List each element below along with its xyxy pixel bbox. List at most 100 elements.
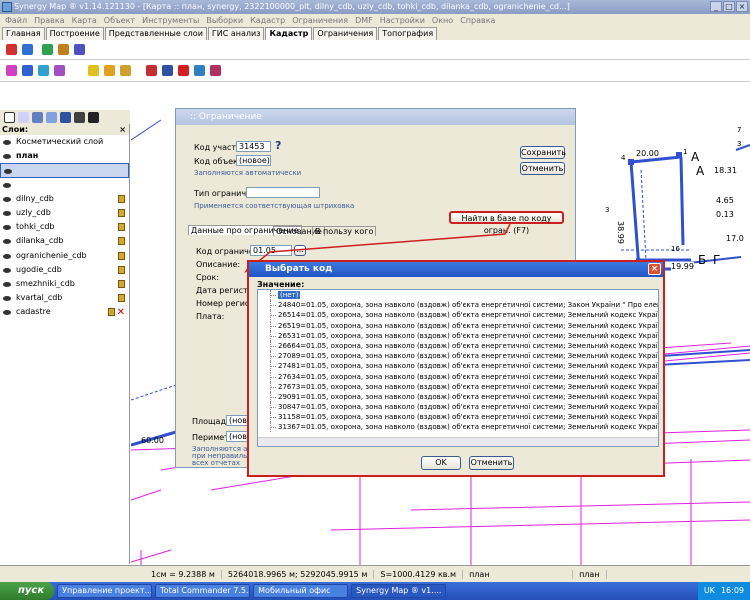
lock-icon[interactable] (118, 265, 125, 274)
pointer-icon[interactable] (4, 112, 15, 123)
code-list-item[interactable]: 27089=01.05, охорона, зона навколо (вздо… (258, 351, 658, 362)
help-icon[interactable]: ? (275, 139, 281, 152)
task-project-manager[interactable]: Управление проект... (57, 584, 153, 598)
lock-icon[interactable] (118, 208, 125, 217)
menu-object[interactable]: Объект (104, 14, 135, 27)
zoom-icon[interactable] (46, 112, 57, 123)
menu-help[interactable]: Справка (460, 14, 495, 27)
layer-item[interactable]: tohki_cdb (0, 220, 129, 234)
horizontal-scrollbar[interactable] (258, 437, 658, 446)
code-list-item[interactable]: 24840=01.05, охорона, зона навколо (вздо… (258, 300, 658, 311)
code-list-item[interactable]: 26514=01.05, охорона, зона навколо (вздо… (258, 310, 658, 321)
visibility-eye-icon[interactable] (3, 140, 11, 145)
visibility-eye-icon[interactable] (4, 169, 12, 175)
layer-item[interactable]: dilny_cdb (0, 192, 129, 206)
tab-main[interactable]: Главная (2, 27, 45, 40)
query-icon[interactable] (54, 65, 65, 76)
lock-icon[interactable] (118, 237, 125, 246)
layers-close-button[interactable]: × (119, 124, 126, 135)
delete-layer-icon[interactable]: ✕ (117, 306, 125, 320)
code-list-item[interactable]: 30847=01.05, охорона, зона навколо (вздо… (258, 402, 658, 413)
layer-item[interactable]: cadastre ✕ (0, 305, 129, 319)
visibility-eye-icon[interactable] (3, 154, 11, 160)
eraser-icon[interactable] (178, 65, 189, 76)
layer-item[interactable]: uzly_cdb (0, 206, 129, 220)
code-list-item[interactable]: 27634=01.05, охорона, зона навколо (вздо… (258, 371, 658, 382)
lock-icon[interactable] (118, 279, 125, 288)
visibility-eye-icon[interactable] (3, 225, 11, 231)
visibility-eye-icon[interactable] (3, 310, 11, 316)
cancel-select-button[interactable]: Отменить (469, 456, 514, 470)
menu-dmf[interactable]: DMF (355, 14, 373, 27)
menu-restrictions[interactable]: Ограничения (292, 14, 348, 27)
menu-file[interactable]: Файл (5, 14, 27, 27)
vertex-icon[interactable] (146, 65, 157, 76)
tab-construction[interactable]: Построение (45, 27, 104, 40)
visibility-eye-icon[interactable] (3, 239, 11, 245)
lock-icon[interactable] (118, 194, 125, 203)
code-list-item[interactable]: 27481=01.05, охорона, зона навколо (вздо… (258, 361, 658, 372)
lock-icon[interactable] (118, 223, 125, 232)
merge-icon[interactable] (38, 65, 49, 76)
layer-item[interactable]: ugodie_cdb (0, 263, 129, 277)
code-list[interactable]: (нет) 24840=01.05, охорона, зона навколо … (257, 289, 659, 447)
measure-icon[interactable] (74, 112, 85, 123)
table-icon[interactable] (22, 44, 33, 55)
code-list-item[interactable]: 29091=01.05, охорона, зона навколо (вздо… (258, 391, 658, 403)
save-button[interactable]: Сохранить (520, 146, 566, 159)
visibility-eye-icon[interactable] (3, 182, 11, 188)
layer-item[interactable] (0, 178, 129, 192)
start-button[interactable]: пуск (0, 582, 55, 600)
close-window-button[interactable]: × (736, 1, 748, 12)
code-list-item[interactable]: 26531=01.05, охорона, зона навколо (вздо… (258, 330, 658, 341)
layer-item[interactable]: smezhniki_cdb (0, 277, 129, 291)
visibility-eye-icon[interactable] (3, 196, 11, 202)
layer-item[interactable]: Косметический слой (0, 135, 129, 149)
layer-item[interactable]: kvartal_cdb (0, 291, 129, 305)
parcel-icon[interactable] (6, 44, 17, 55)
code-list-item[interactable]: 31158=01.05, охорона, зона навколо (вздо… (258, 412, 658, 423)
minimize-button[interactable]: _ (710, 1, 722, 12)
edit-node-icon[interactable] (6, 65, 17, 76)
visibility-eye-icon[interactable] (3, 281, 11, 287)
layer-item[interactable]: ogranichenie_cdb (0, 249, 129, 263)
task-synergy-map[interactable]: Synergy Map ® v1.... (351, 584, 447, 598)
pan-icon[interactable] (32, 112, 43, 123)
visibility-eye-icon[interactable] (3, 267, 11, 273)
task-mobile-office[interactable]: Мобильный офис (253, 584, 349, 598)
tab-cadastre[interactable]: Кадастр (265, 27, 313, 40)
visibility-eye-icon[interactable] (3, 296, 11, 302)
split-icon[interactable] (22, 65, 33, 76)
lock-icon[interactable] (118, 251, 125, 260)
code-list-item[interactable]: 26664=01.05, охорона, зона навколо (вздо… (258, 340, 658, 352)
menu-settings[interactable]: Настройки (380, 14, 425, 27)
layer-item[interactable]: dilanka_cdb (0, 234, 129, 248)
menu-tools[interactable]: Инструменты (142, 14, 199, 27)
restriction-type-select[interactable] (246, 187, 320, 198)
line-icon[interactable] (162, 65, 173, 76)
lock-icon[interactable] (108, 308, 115, 317)
export-icon[interactable] (58, 44, 69, 55)
visibility-eye-icon[interactable] (3, 253, 11, 259)
menu-selections[interactable]: Выборки (206, 14, 243, 27)
menu-edit[interactable]: Правка (34, 14, 64, 27)
info-icon[interactable] (60, 112, 71, 123)
menu-window[interactable]: Окно (432, 14, 453, 27)
layer-item[interactable] (0, 163, 129, 178)
pencil-icon[interactable] (88, 65, 99, 76)
tab-gis[interactable]: ГИС анализ (207, 27, 265, 40)
move-icon[interactable] (194, 65, 205, 76)
ok-button[interactable]: OK (421, 456, 461, 470)
xml-icon[interactable] (74, 44, 85, 55)
close-dialog-button[interactable]: × (648, 263, 661, 275)
import-icon[interactable] (42, 44, 53, 55)
parcel-code-field[interactable]: 31453 (236, 141, 271, 152)
menu-cadastre[interactable]: Кадастр (250, 14, 285, 27)
maximize-button[interactable]: □ (723, 1, 735, 12)
tab-layers[interactable]: Представленные слои (104, 27, 207, 40)
code-list-item[interactable]: 31367=01.05, охорона, зона навколо (вздо… (258, 422, 658, 433)
ruler-icon[interactable] (88, 112, 99, 123)
tab-topography[interactable]: Топография (378, 27, 438, 40)
cancel-button[interactable]: Отменить (520, 162, 565, 175)
language-indicator[interactable]: UK (704, 582, 715, 600)
